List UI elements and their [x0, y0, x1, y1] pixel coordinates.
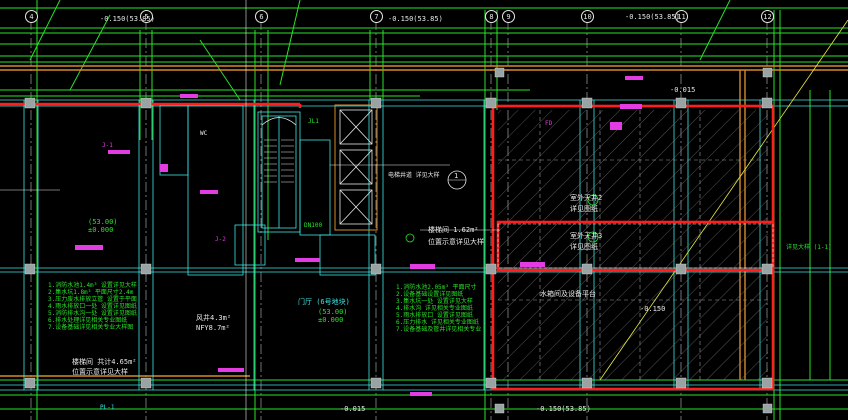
left-area-code: (53.00)	[88, 218, 118, 226]
note-line: 3.压力废水排放立管 设置于平面	[48, 296, 137, 303]
note-line: 2.设备基础设置详见图纸	[396, 291, 464, 298]
left-room-label: 楼梯间 共计4.65m²	[72, 358, 137, 366]
note-line: 6.压力排水 详见相关专业图纸	[396, 319, 479, 326]
elevation-top-mid: -0.150(53.85)	[388, 15, 443, 23]
right-b2: 详见图纸	[570, 205, 598, 213]
note-line: 5.雨水排放口 设置详见图纸	[396, 312, 473, 319]
left-notes-block: 1.消防水池1.4m³ 设置详见大样 2.集水坑1.8m³ 平面尺寸2.4m 3…	[48, 282, 137, 331]
hatched-courtyard	[498, 110, 768, 380]
center-room-label: 风井4.3m²	[196, 314, 232, 322]
tag-label: DN100	[304, 222, 323, 229]
note-line: 6.排水处理详见相关专业图纸	[48, 317, 128, 324]
left-area-level: ±0.000	[88, 226, 114, 234]
note-line: 4.排水沟 详见相关专业图纸	[396, 305, 473, 312]
right-b1: 室外天井2	[570, 194, 603, 202]
elevation-bottom-right: -0.150(53.85)	[536, 405, 591, 413]
note-line: 7.设备基础及管井详见相关专业	[396, 326, 482, 333]
note-line: 1.消防水池2.05m³ 平面尺寸	[396, 284, 477, 291]
right-d-label: 水箱间及设备平台	[540, 290, 596, 298]
note-line: 4.雨水排放口一处 设置详见图纸	[48, 303, 137, 310]
note-line: 1.消防水池1.4m³ 设置详见大样	[48, 282, 137, 289]
axis-bubble-12[interactable]: 12	[761, 10, 774, 23]
axis-bubble-7[interactable]: 7	[370, 10, 383, 23]
center-notes-block: 1.消防水池2.05m³ 平面尺寸 2.设备基础设置详见图纸 3.集水坑一处 设…	[396, 284, 481, 333]
note-line: 3.集水坑一处 设置详见大样	[396, 298, 473, 305]
callout-number: 1	[454, 172, 459, 180]
note-line: 2.集水坑1.8m³ 平面尺寸2.4m	[48, 289, 134, 296]
note-line: 5.消防排水沟一处 设置详见图纸	[48, 310, 137, 317]
center-room-label-b: NFY8.7m²	[196, 324, 230, 332]
elevation-right-mid: -0.015	[670, 86, 696, 94]
tag-label: FD	[545, 120, 553, 127]
left-room-note: 位置示意详见大样	[72, 368, 128, 376]
right-edge-note: 详见大样 (1-1)	[786, 244, 832, 251]
elevation-bottom-left: -0.015	[340, 405, 366, 413]
elevation-top-left: -0.150(53.85)	[100, 15, 155, 23]
tag-label: J-2	[215, 236, 226, 243]
right-c1: 室外天井3	[570, 232, 603, 240]
axis-bubble-9[interactable]: 9	[502, 10, 515, 23]
center-area-level: ±0.000	[318, 316, 344, 324]
tag-label: JL1	[308, 118, 319, 125]
center-area-code: (53.00)	[318, 308, 348, 316]
center-label: 门厅 (6号地块)	[298, 298, 350, 306]
cad-drawing-canvas[interactable]	[0, 0, 848, 420]
tag-label: WC	[200, 130, 208, 137]
right-a-title: 楼梯间 1.62m²	[428, 226, 479, 234]
axis-bubble-8[interactable]: 8	[485, 10, 498, 23]
right-a-note: 位置示意详见大样	[428, 238, 484, 246]
tag-label: J-1	[102, 142, 113, 149]
elevation-right-main: -0.150	[640, 305, 666, 313]
elevator-callout-text: 电梯井道 详见大样	[388, 172, 440, 179]
axis-bubble-4[interactable]: 4	[25, 10, 38, 23]
right-c2: 详见图纸	[570, 243, 598, 251]
tag-label: PL-1	[100, 404, 115, 411]
axis-bubble-10[interactable]: 10	[581, 10, 594, 23]
axis-bubble-6[interactable]: 6	[255, 10, 268, 23]
note-line: 7.设备基础详见相关专业大样图	[48, 324, 134, 331]
elevation-top-right: -0.150(53.85)	[625, 13, 680, 21]
